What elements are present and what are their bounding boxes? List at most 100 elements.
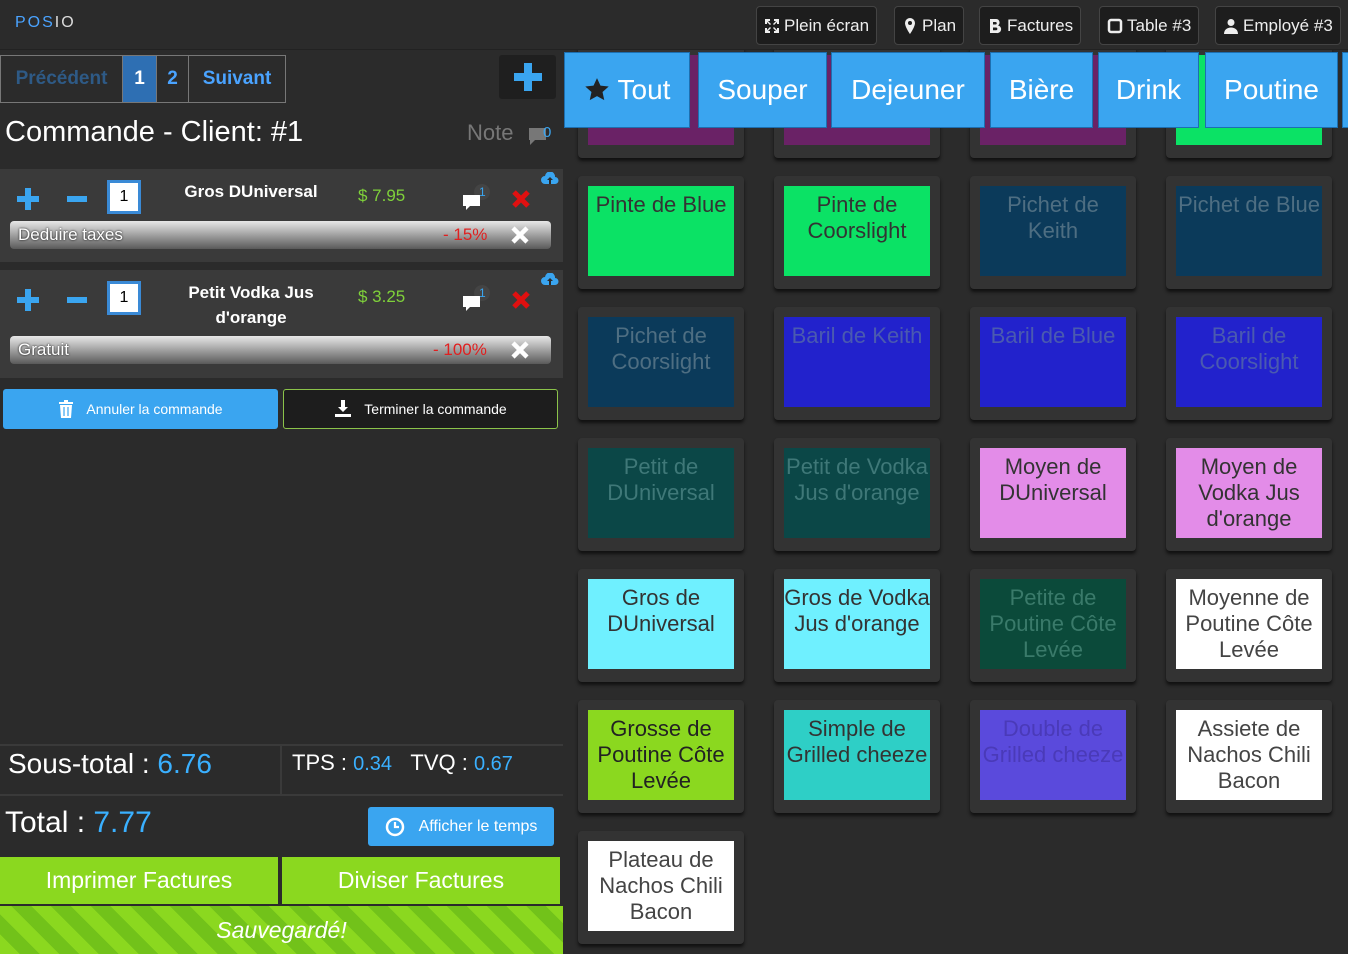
divider xyxy=(280,744,282,796)
product-label: Grosse de Poutine Côte Levée xyxy=(588,710,734,800)
product-label: Simple de Grilled cheeze xyxy=(784,710,930,800)
finish-order-button[interactable]: Terminer la commande xyxy=(283,389,558,429)
increase-qty-icon[interactable] xyxy=(16,187,40,211)
employee-label: Employé #3 xyxy=(1243,15,1333,35)
square-icon xyxy=(1107,18,1123,33)
category-tabs: Tout Souper Dejeuner Bière Drink Poutine xyxy=(563,50,1348,130)
category-tab[interactable]: Souper xyxy=(698,52,827,128)
product-tile[interactable]: Petit de Vodka Jus d'orange xyxy=(774,438,940,551)
split-invoices-button[interactable]: Diviser Factures xyxy=(282,857,560,904)
product-tile[interactable]: Grosse de Poutine Côte Levée xyxy=(578,700,744,813)
svg-text:1: 1 xyxy=(479,185,486,199)
category-tab[interactable]: Tout xyxy=(564,52,690,128)
product-tile[interactable]: Petit de DUniversal xyxy=(578,438,744,551)
product-tile[interactable]: Pichet de Blue xyxy=(1166,176,1332,289)
invoices-button[interactable]: Factures xyxy=(979,6,1082,45)
cancel-order-label: Annuler la commande xyxy=(86,401,223,417)
svg-text:1: 1 xyxy=(479,286,486,300)
product-label: Pichet de Coorslight xyxy=(588,317,734,407)
increase-qty-icon[interactable] xyxy=(16,288,40,312)
tvq-value: 0.67 xyxy=(473,753,513,775)
product-label: Pinte de Coorslight xyxy=(784,186,930,276)
print-invoices-button[interactable]: Imprimer Factures xyxy=(0,857,278,904)
item-comment-icon[interactable]: 1 xyxy=(462,183,490,211)
brand-left: POS xyxy=(15,14,55,31)
order-item: 1 Petit Vodka Jus d'orange $ 3.25 1 Grat… xyxy=(0,270,563,378)
product-tile[interactable]: Baril de Keith xyxy=(774,307,940,420)
product-tile[interactable]: Simple de Grilled cheeze xyxy=(774,700,940,813)
category-tab[interactable]: Poutine xyxy=(1205,52,1338,128)
product-label: Plateau de Nachos Chili Bacon xyxy=(588,841,734,931)
category-tab[interactable]: Bière xyxy=(990,52,1093,128)
product-tile[interactable]: Pichet de Keith xyxy=(970,176,1136,289)
note-count-badge[interactable]: 0 xyxy=(528,124,554,148)
item-comment-icon[interactable]: 1 xyxy=(462,284,490,312)
page-1-button[interactable]: 1 xyxy=(123,56,157,102)
show-time-label: Afficher le temps xyxy=(418,817,538,835)
cancel-order-button[interactable]: Annuler la commande xyxy=(3,389,278,429)
product-tile[interactable]: Baril de Blue xyxy=(970,307,1136,420)
subtotal: Sous-total : 6.76 xyxy=(8,748,212,780)
tvq-label: TVQ : xyxy=(410,750,474,775)
plan-label: Plan xyxy=(922,15,957,35)
category-label: Bière xyxy=(1008,74,1075,105)
total-value: 7.77 xyxy=(93,806,152,839)
item-name: Petit Vodka Jus d'orange xyxy=(188,283,314,327)
product-label: Baril de Blue xyxy=(980,317,1126,407)
map-marker-icon xyxy=(905,17,915,34)
product-label: Petite de Poutine Côte Levée xyxy=(980,579,1126,669)
top-bar: POSIO Plein écran Plan Factures Table #3… xyxy=(0,0,1348,50)
cloud-upload-icon xyxy=(541,273,559,285)
fullscreen-button[interactable]: Plein écran xyxy=(756,6,878,45)
next-button[interactable]: Suivant xyxy=(189,56,285,102)
finish-order-label: Terminer la commande xyxy=(364,401,507,417)
discount-label: - 100% xyxy=(433,340,487,359)
show-time-button[interactable]: Afficher le temps xyxy=(368,807,554,846)
product-tile[interactable]: Assiete de Nachos Chili Bacon xyxy=(1166,700,1332,813)
decrease-qty-icon[interactable] xyxy=(67,195,87,203)
note-button[interactable]: Note xyxy=(467,120,513,146)
table-button[interactable]: Table #3 xyxy=(1099,6,1200,45)
employee-button[interactable]: Employé #3 xyxy=(1215,6,1341,45)
modifier-label: Gratuit xyxy=(18,340,70,359)
brand-logo: POSIO xyxy=(15,14,76,32)
category-label: Dejeuner xyxy=(851,74,965,105)
quantity-field[interactable]: 1 xyxy=(107,180,141,214)
product-tile[interactable]: Baril de Coorslight xyxy=(1166,307,1332,420)
add-client-button[interactable] xyxy=(499,55,556,99)
quantity-field[interactable]: 1 xyxy=(107,281,141,315)
divider xyxy=(0,794,563,796)
remove-item-icon[interactable] xyxy=(511,290,531,310)
product-tile[interactable]: Pinte de Coorslight xyxy=(774,176,940,289)
bold-b-icon xyxy=(990,18,1002,33)
tps-value: 0.34 xyxy=(353,753,393,775)
previous-button[interactable]: Précédent xyxy=(1,56,123,102)
user-icon xyxy=(1224,18,1238,34)
product-tile[interactable]: Gros de DUniversal xyxy=(578,569,744,682)
total: Total : 7.77 xyxy=(5,806,152,840)
product-tile[interactable]: Moyenne de Poutine Côte Levée xyxy=(1166,569,1332,682)
item-name: Gros DUniversal xyxy=(184,182,318,201)
category-tab-overflow[interactable] xyxy=(1342,52,1348,128)
plan-button[interactable]: Plan xyxy=(894,6,965,45)
trash-icon xyxy=(59,400,74,418)
fullscreen-label: Plein écran xyxy=(784,15,870,35)
remove-item-icon[interactable] xyxy=(511,189,531,209)
product-tile[interactable]: Moyen de DUniversal xyxy=(970,438,1136,551)
product-tile[interactable]: Double de Grilled cheeze xyxy=(970,700,1136,813)
remove-modifier-icon[interactable] xyxy=(510,340,530,360)
product-tile[interactable]: Pichet de Coorslight xyxy=(578,307,744,420)
product-label: Baril de Coorslight xyxy=(1176,317,1322,407)
page-2-button[interactable]: 2 xyxy=(157,56,189,102)
item-price: $ 7.95 xyxy=(358,186,406,205)
category-tab[interactable]: Drink xyxy=(1098,52,1199,128)
product-tile[interactable]: Pinte de Blue xyxy=(578,176,744,289)
remove-modifier-icon[interactable] xyxy=(510,225,530,245)
product-tile[interactable]: Petite de Poutine Côte Levée xyxy=(970,569,1136,682)
category-tab[interactable]: Dejeuner xyxy=(831,52,985,128)
product-tile[interactable]: Moyen de Vodka Jus d'orange xyxy=(1166,438,1332,551)
decrease-qty-icon[interactable] xyxy=(67,296,87,304)
client-pager: Précédent 1 2 Suivant xyxy=(0,55,286,103)
product-tile[interactable]: Plateau de Nachos Chili Bacon xyxy=(578,831,744,944)
product-tile[interactable]: Gros de Vodka Jus d'orange xyxy=(774,569,940,682)
